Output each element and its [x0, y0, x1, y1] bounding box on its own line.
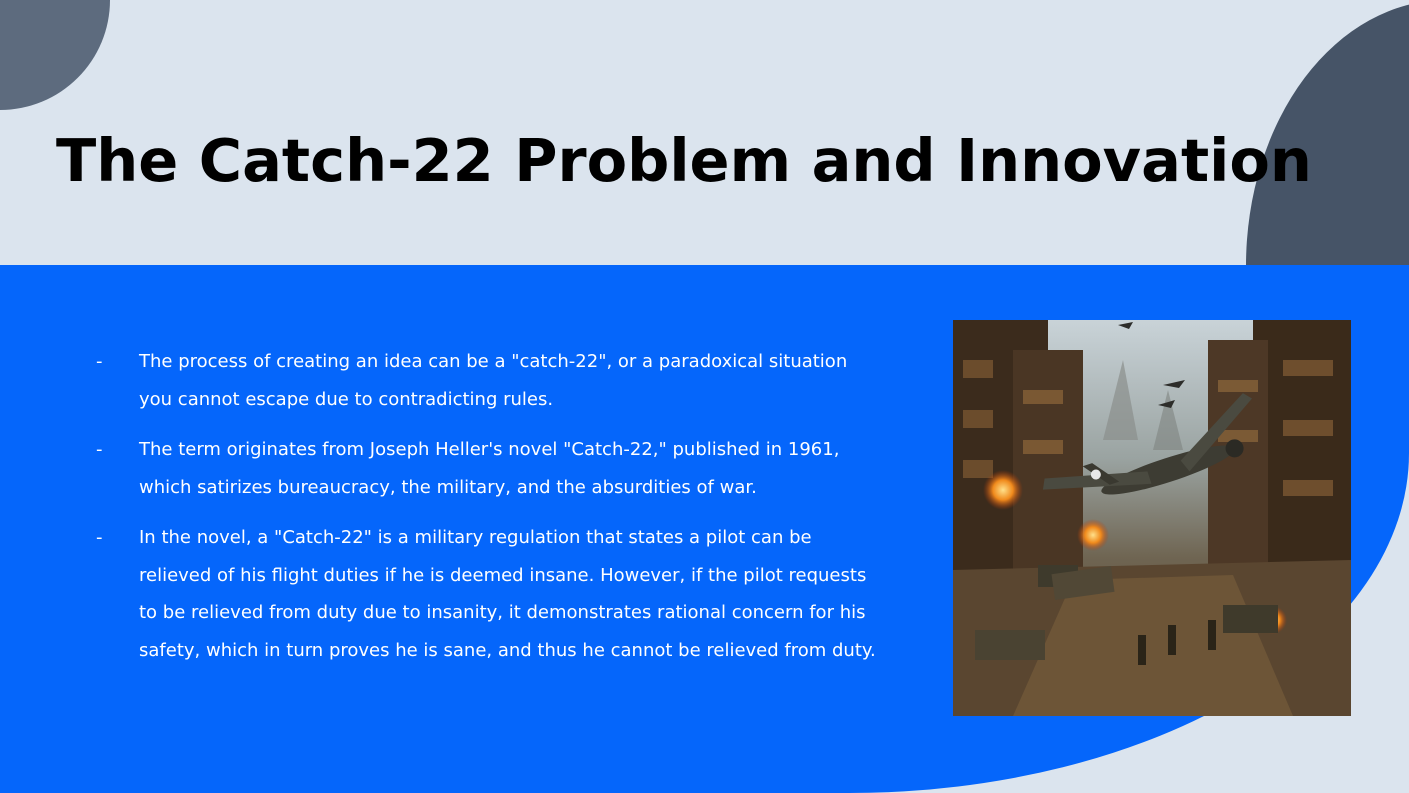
bullet-text: The process of creating an idea can be a… [139, 351, 848, 410]
slide-title: The Catch-22 Problem and Innovation [56, 126, 1312, 195]
decorative-corner-top-left [0, 0, 110, 110]
bullet-list: - The process of creating an idea can be… [96, 343, 876, 682]
bullet-item: - In the novel, a "Catch-22" is a milita… [96, 519, 876, 669]
slide: The Catch-22 Problem and Innovation - Th… [0, 0, 1409, 793]
bullet-marker: - [96, 351, 103, 372]
bullet-item: - The process of creating an idea can be… [96, 343, 876, 418]
bullet-marker: - [96, 439, 103, 460]
bullet-marker: - [96, 527, 103, 548]
bullet-text: In the novel, a "Catch-22" is a military… [139, 527, 876, 661]
bullet-text: The term originates from Joseph Heller's… [139, 439, 840, 498]
bullet-item: - The term originates from Joseph Heller… [96, 431, 876, 506]
war-scene-illustration [953, 320, 1351, 716]
